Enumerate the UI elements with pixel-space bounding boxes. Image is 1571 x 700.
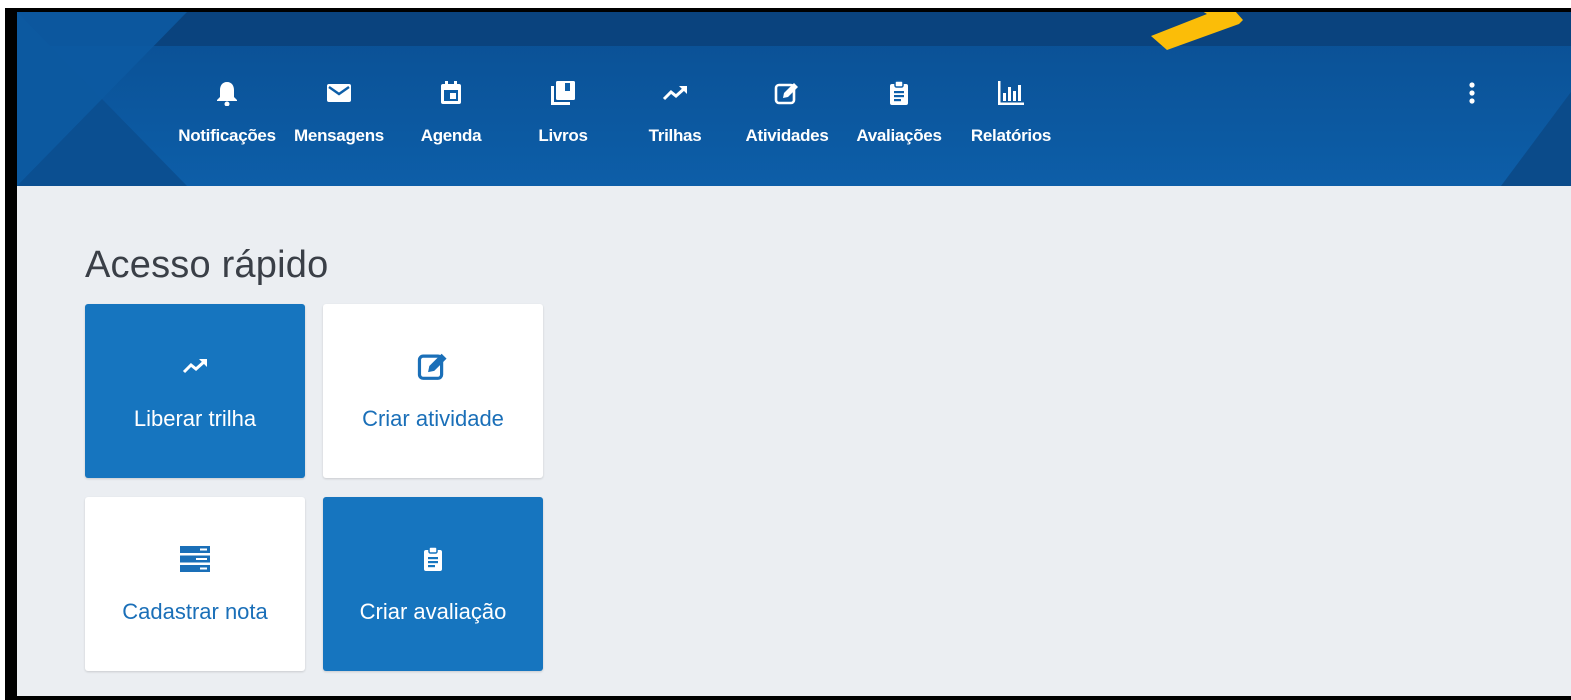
nav-item-label: Mensagens <box>294 126 384 145</box>
clipboard-icon <box>323 541 543 577</box>
calendar-icon <box>391 78 511 108</box>
header-decoration <box>1501 92 1571 186</box>
nav-item-label: Trilhas <box>648 126 702 145</box>
nav-item-label: Livros <box>538 126 588 145</box>
tile-cadastrar-nota[interactable]: Cadastrar nota <box>85 497 305 671</box>
envelope-icon <box>279 78 399 108</box>
grade-list-icon <box>85 541 305 577</box>
nav-item-label: Avaliações <box>856 126 942 145</box>
quick-access-title: Acesso rápido <box>85 244 329 286</box>
app-screen: Notificações Mensagens Agenda Livros Tri… <box>17 12 1571 696</box>
tile-label: Criar atividade <box>362 406 504 431</box>
nav-item-notificacoes[interactable]: Notificações <box>167 78 287 158</box>
nav-item-trilhas[interactable]: Trilhas <box>615 78 735 158</box>
nav-item-agenda[interactable]: Agenda <box>391 78 511 158</box>
nav-item-label: Notificações <box>178 126 276 145</box>
yellow-arrow-annotation <box>1151 12 1243 50</box>
header-decoration <box>17 12 187 186</box>
header-band <box>17 12 1571 46</box>
nav-item-relatorios[interactable]: Relatórios <box>951 78 1071 158</box>
trending-up-icon <box>615 78 735 108</box>
edit-icon <box>323 348 543 384</box>
nav-item-atividades[interactable]: Atividades <box>727 78 847 158</box>
tile-liberar-trilha[interactable]: Liberar trilha <box>85 304 305 478</box>
tile-criar-avaliacao[interactable]: Criar avaliação <box>323 497 543 671</box>
nav-item-mensagens[interactable]: Mensagens <box>279 78 399 158</box>
bell-icon <box>167 78 287 108</box>
tile-label: Liberar trilha <box>133 406 257 431</box>
bar-chart-icon <box>951 78 1071 108</box>
tile-label: Cadastrar nota <box>122 599 268 624</box>
books-icon <box>503 78 623 108</box>
nav-item-avaliacoes[interactable]: Avaliações <box>839 78 959 158</box>
tile-label: Criar avaliação <box>359 599 507 624</box>
more-vertical-icon[interactable] <box>1457 78 1487 108</box>
nav-item-label: Atividades <box>745 126 829 145</box>
screenshot-frame: Notificações Mensagens Agenda Livros Tri… <box>5 8 1571 700</box>
tile-criar-atividade[interactable]: Criar atividade <box>323 304 543 478</box>
nav-item-label: Relatórios <box>970 126 1052 145</box>
edit-icon <box>727 78 847 108</box>
clipboard-icon <box>839 78 959 108</box>
nav-item-livros[interactable]: Livros <box>503 78 623 158</box>
trending-up-icon <box>85 348 305 384</box>
nav-item-label: Agenda <box>420 126 482 145</box>
top-navigation-bar: Notificações Mensagens Agenda Livros Tri… <box>17 12 1571 186</box>
